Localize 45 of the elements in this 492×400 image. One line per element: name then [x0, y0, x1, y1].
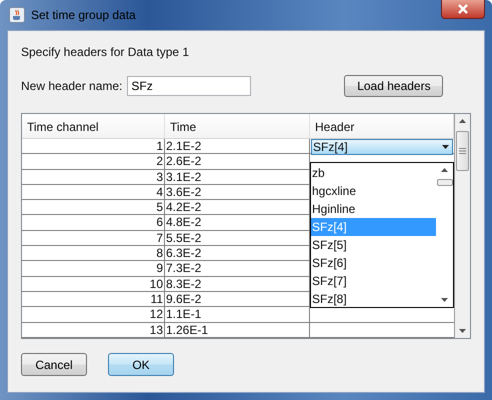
grip-icon [459, 148, 466, 154]
close-icon [457, 4, 469, 14]
column-header[interactable]: Header [310, 114, 454, 138]
dropdown-arrow-icon [442, 145, 449, 149]
scroll-thumb[interactable] [456, 131, 469, 171]
header-name-field[interactable]: SFz [127, 76, 252, 96]
table-cell: 1 [22, 139, 165, 155]
header-name-label: New header name: [21, 79, 122, 93]
instruction-text: Specify headers for Data type 1 [21, 45, 190, 61]
scroll-thumb[interactable] [436, 179, 452, 186]
scroll-up-icon[interactable] [441, 168, 448, 172]
table-cell: 11 [22, 292, 165, 306]
table-cell: 5 [22, 200, 165, 214]
load-headers-button[interactable]: Load headers [344, 75, 444, 97]
dropdown-option[interactable]: SFz[6] [311, 254, 436, 272]
table-cell: 6 [22, 215, 165, 230]
window-title: Set time group data [31, 8, 136, 22]
dialog-button[interactable]: OK [108, 353, 174, 376]
dropdown-option[interactable]: hgcxline [311, 182, 436, 200]
column-header[interactable]: Time [165, 114, 310, 138]
table-cell: 7 [22, 230, 165, 246]
table-cell: 10 [22, 276, 165, 291]
table-cell: 12 [22, 307, 165, 322]
table-cell: 13 [22, 322, 165, 337]
dialog-button[interactable]: Cancel [21, 353, 87, 376]
table-scrollbar[interactable] [455, 114, 470, 338]
coffee-cup-icon [9, 7, 25, 23]
dropdown-option[interactable]: zb [311, 164, 436, 182]
table-cell: 9 [22, 261, 165, 276]
header-combo-box[interactable]: SFz[4] [311, 139, 453, 155]
dropdown-option[interactable]: SFz[7] [311, 272, 436, 290]
table-cell: 8 [22, 246, 165, 260]
table-cell: 2.1E-2 [165, 139, 310, 155]
dropdown-option[interactable]: SFz[5] [311, 236, 436, 254]
close-button[interactable] [441, 0, 485, 19]
table-cell: 3 [22, 170, 165, 184]
table-cell: 2 [22, 154, 165, 169]
scroll-up-icon[interactable] [459, 119, 466, 123]
column-header[interactable]: Time channel [22, 114, 165, 138]
scroll-down-icon[interactable] [441, 298, 448, 302]
table-cell: 1.26E-1 [165, 322, 310, 337]
dropdown-option[interactable]: Hginline [311, 200, 436, 218]
scroll-down-icon[interactable] [459, 329, 466, 333]
dropdown-option[interactable]: SFz[8] [311, 290, 436, 308]
table-cell: 4 [22, 184, 165, 200]
